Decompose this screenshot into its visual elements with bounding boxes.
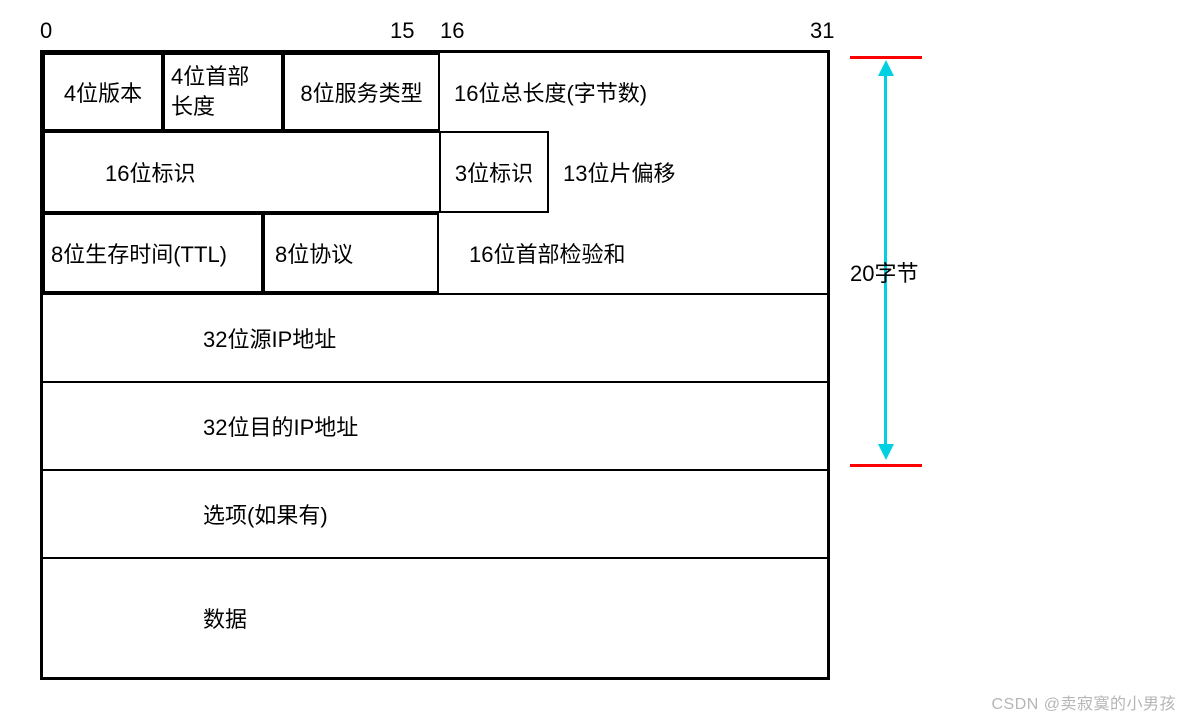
bit-label-0: 0: [40, 18, 52, 44]
watermark: CSDN @卖寂寞的小男孩: [991, 690, 1176, 714]
field-dst-ip: 32位目的IP地址: [43, 381, 827, 469]
field-tos: 8位服务类型: [283, 53, 440, 131]
field-identification: 16位标识: [43, 131, 439, 213]
field-ttl: 8位生存时间(TTL): [43, 213, 263, 293]
field-hlen-line2: 长度: [171, 92, 215, 122]
field-version: 4位版本: [43, 53, 163, 131]
arrow-head-down: [878, 444, 894, 460]
field-hlen-line1: 4位首部: [171, 62, 249, 92]
field-total-length: 16位总长度(字节数): [440, 53, 827, 131]
field-header-length: 4位首部 长度: [163, 53, 283, 131]
bit-label-16: 16: [440, 18, 464, 44]
arrow-label: 20字节: [850, 256, 918, 288]
bit-label-15: 15: [390, 18, 414, 44]
tick-bottom: [850, 464, 922, 467]
field-flags: 3位标识: [439, 131, 549, 213]
field-frag-offset: 13位片偏移: [549, 131, 827, 213]
field-options: 选项(如果有): [43, 469, 827, 557]
tick-top: [850, 56, 922, 59]
field-src-ip: 32位源IP地址: [43, 293, 827, 381]
field-protocol: 8位协议: [263, 213, 439, 293]
field-checksum: 16位首部检验和: [439, 213, 827, 293]
field-data: 数据: [43, 557, 827, 677]
arrow-head-up: [878, 60, 894, 76]
bit-label-31: 31: [810, 18, 834, 44]
bit-scale: 0 15 16 31: [40, 0, 830, 50]
ip-header-diagram: 4位版本 4位首部 长度 8位服务类型 16位总长度(字节数) 16位标识 3位…: [40, 50, 830, 680]
